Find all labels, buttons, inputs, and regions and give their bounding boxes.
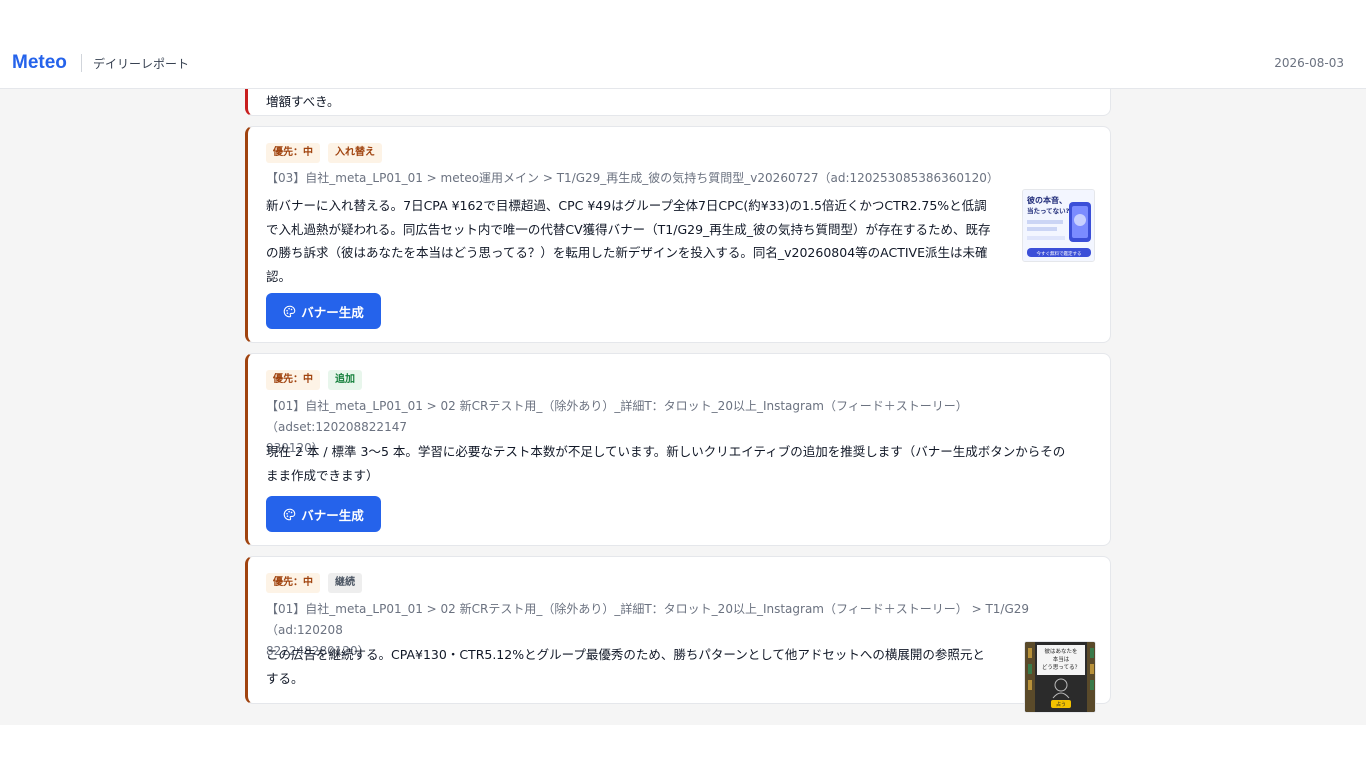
- card-badges: 優先：中 継続: [266, 573, 362, 593]
- app-header: Meteo デイリーレポート 2026-08-03: [0, 38, 1366, 89]
- card-text-line: 現在 2 本 / 標準 3〜5 本。学習に必要なテスト本数が不足しています。新し…: [266, 444, 1066, 459]
- banner-headline: 彼の本音、: [1027, 195, 1067, 205]
- card-text-line: する。: [266, 670, 304, 686]
- banner-image: 彼はあなたを 本当は どう思ってる？ 占う: [1025, 642, 1095, 712]
- card-text: 増額すべき。: [266, 94, 340, 109]
- card-text-line: の勝ち訴求（彼はあなたを本当はどう思ってる？）を転用した新デザインを投入する。同…: [266, 245, 988, 260]
- banner-generate-button[interactable]: バナー生成: [266, 496, 381, 532]
- report-list[interactable]: 増額すべき。 優先：中 入れ替え 【03】自社_meta_LP01_01 > m…: [0, 89, 1366, 725]
- card-badges: 優先：中 入れ替え: [266, 143, 382, 163]
- card-text: この広告を継続する。CPA¥130・CTR5.12%とグループ最優秀のため、勝ち…: [266, 643, 1016, 690]
- banner-generate-label: バナー生成: [301, 507, 364, 523]
- priority-badge: 優先：中: [266, 370, 320, 390]
- banner-headline-2: 当たってない?: [1027, 206, 1070, 215]
- recommendation-card-previous: 増額すべき。: [245, 89, 1111, 116]
- banner-line-1: 彼はあなたを: [1044, 647, 1077, 655]
- banner-thumbnail[interactable]: 彼はあなたを 本当は どう思ってる？ 占う: [1024, 641, 1096, 713]
- action-badge: 入れ替え: [328, 143, 382, 163]
- banner-image: 彼の本音、 当たってない? 今すぐ無料で鑑定する: [1023, 190, 1094, 261]
- priority-badge: 優先：中: [266, 573, 320, 593]
- recommendation-card-replace: 優先：中 入れ替え 【03】自社_meta_LP01_01 > meteo運用メ…: [245, 126, 1111, 343]
- banner-generate-label: バナー生成: [301, 304, 364, 320]
- banner-generate-button[interactable]: バナー生成: [266, 293, 381, 329]
- card-text: 現在 2 本 / 標準 3〜5 本。学習に必要なテスト本数が不足しています。新し…: [266, 440, 1096, 487]
- card-text-line: 認。: [266, 268, 292, 284]
- ad-path: 【03】自社_meta_LP01_01 > meteo運用メイン > T1/G2…: [266, 171, 999, 185]
- card-text-line: まま作成できます）: [266, 467, 379, 483]
- recommendation-card-add: 優先：中 追加 【01】自社_meta_LP01_01 > 02 新CRテスト用…: [245, 353, 1111, 546]
- card-text-line: この広告を継続する。CPA¥130・CTR5.12%とグループ最優秀のため、勝ち…: [266, 647, 985, 662]
- page-subtitle: デイリーレポート: [93, 57, 190, 71]
- banner-line-3: どう思ってる？: [1042, 663, 1080, 671]
- path-line: 【01】自社_meta_LP01_01 > 02 新CRテスト用_（除外あり）_…: [266, 399, 968, 434]
- header-divider: [81, 54, 82, 72]
- report-date: 2026-08-03: [1274, 56, 1344, 70]
- banner-line-2: 本当は: [1053, 655, 1070, 663]
- card-text: 新バナーに入れ替える。7日CPA ¥162で目標超過、CPC ¥49はグループ全…: [266, 194, 1018, 288]
- recommendation-card-continue: 優先：中 継続 【01】自社_meta_LP01_01 > 02 新CRテスト用…: [245, 556, 1111, 713]
- action-badge: 追加: [328, 370, 362, 390]
- palette-icon: [284, 305, 296, 317]
- card-badges: 優先：中 追加: [266, 370, 362, 390]
- banner-cta: 今すぐ無料で鑑定する: [1037, 250, 1082, 257]
- path-line: 【01】自社_meta_LP01_01 > 02 新CRテスト用_（除外あり）_…: [266, 602, 1030, 637]
- banner-thumbnail[interactable]: 彼の本音、 当たってない? 今すぐ無料で鑑定する: [1022, 189, 1095, 262]
- card-text-line: で入札過熱が疑われる。同広告セット内で唯一の代替CV獲得バナー（T1/G29_再…: [266, 221, 991, 237]
- action-badge: 継続: [328, 573, 362, 593]
- priority-badge: 優先：中: [266, 143, 320, 163]
- brand-logo[interactable]: Meteo: [12, 52, 67, 74]
- banner-cta: 占う: [1056, 701, 1066, 708]
- card-text-line: 新バナーに入れ替える。7日CPA ¥162で目標超過、CPC ¥49はグループ全…: [266, 198, 987, 213]
- palette-icon: [284, 508, 296, 520]
